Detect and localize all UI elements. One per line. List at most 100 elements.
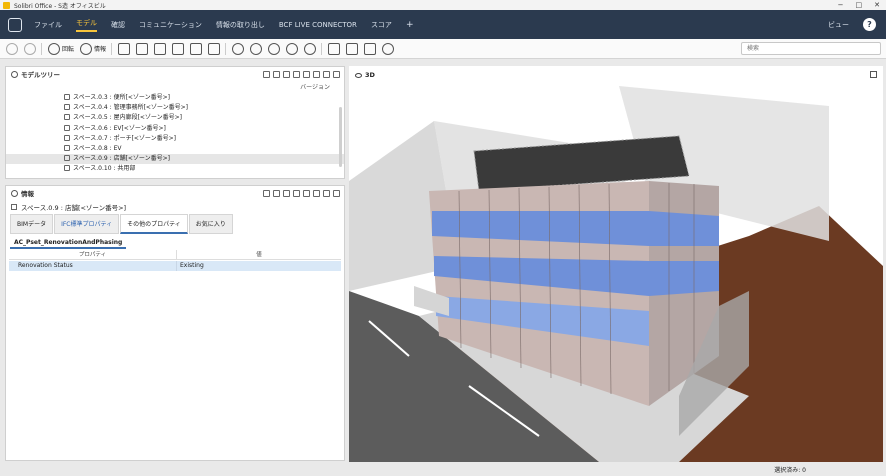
- undo-icon[interactable]: [6, 42, 18, 55]
- select-components-icon[interactable]: [118, 42, 131, 55]
- toolbar-divider: [321, 42, 323, 55]
- home-icon[interactable]: [8, 17, 22, 32]
- tab-bim-data[interactable]: BIMデータ: [10, 214, 54, 234]
- model-tree-list: スペース.0.3 : 便所[<ゾーン番号>] スペース.0.4 : 管理事務所[…: [6, 93, 344, 175]
- toolbar-divider: [41, 42, 42, 55]
- selected-item: スペース.0.9 : 店舗[<ゾーン番号>]: [11, 202, 126, 212]
- menu-score[interactable]: スコア: [371, 20, 392, 30]
- zoom-in-icon[interactable]: [250, 42, 263, 55]
- menu-info-takeoff[interactable]: 情報の取り出し: [216, 20, 265, 30]
- menu-bcf-live[interactable]: BCF LIVE CONNECTOR: [279, 21, 357, 29]
- layers-icon[interactable]: [364, 42, 377, 55]
- minimize-button[interactable]: −: [838, 0, 844, 10]
- help-icon[interactable]: ?: [863, 18, 876, 31]
- tree-mode-icon[interactable]: [273, 70, 280, 78]
- zoom-out-icon[interactable]: [268, 42, 281, 55]
- property-name: Renovation Status: [9, 261, 177, 271]
- tree-row[interactable]: スペース.0.5 : 屋内廊段[<ゾーン番号>]: [6, 113, 344, 123]
- version-label[interactable]: バージョン: [300, 82, 330, 91]
- tree-row[interactable]: スペース.0.6 : EV[<ゾーン番号>]: [6, 124, 344, 134]
- window-titlebar: Solibri Office - S造 オフィスビル − □ ✕: [0, 0, 886, 10]
- forward-icon[interactable]: [283, 189, 290, 197]
- property-table-header: プロパティ 値: [9, 250, 341, 260]
- zoom-selected-icon[interactable]: [286, 42, 299, 55]
- space-icon: [11, 204, 17, 210]
- pset-tab[interactable]: AC_Pset_RenovationAndPhasing: [10, 237, 127, 249]
- space-icon: [64, 155, 70, 162]
- menu-model[interactable]: モデル: [76, 18, 97, 32]
- menu-communication[interactable]: コミュニケーション: [139, 20, 202, 30]
- maximize-button[interactable]: □: [856, 0, 863, 10]
- toolbar-divider: [225, 42, 227, 55]
- 3d-viewport[interactable]: 3D: [349, 66, 883, 462]
- lock-icon[interactable]: [313, 189, 320, 197]
- tab-other-properties[interactable]: その他のプロパティ: [120, 214, 188, 234]
- 3d-view-title: 3D: [365, 71, 375, 79]
- menu-file[interactable]: ファイル: [34, 20, 62, 30]
- window-title: Solibri Office - S造 オフィスビル: [14, 2, 106, 10]
- property-value: Existing: [180, 262, 204, 269]
- isolate-components-icon[interactable]: [154, 42, 167, 55]
- panel-collapse-icon[interactable]: [11, 189, 18, 197]
- tree-scrollbar[interactable]: [339, 107, 342, 167]
- transparency-icon[interactable]: [172, 42, 185, 55]
- lock-icon[interactable]: [323, 189, 330, 197]
- maximize-panel-icon[interactable]: [333, 70, 340, 78]
- table-row[interactable]: Renovation Status Existing: [9, 261, 341, 271]
- tree-mode-icon[interactable]: [283, 70, 290, 78]
- tree-row[interactable]: スペース.0.10 : 共用部: [6, 164, 344, 174]
- space-icon: [64, 104, 70, 111]
- lock-icon[interactable]: [303, 70, 310, 78]
- col-property[interactable]: プロパティ: [9, 250, 177, 259]
- space-icon: [64, 94, 70, 100]
- back-icon[interactable]: [273, 189, 280, 197]
- col-value[interactable]: 値: [177, 250, 341, 259]
- info-label[interactable]: 情報: [94, 44, 106, 53]
- view-menu[interactable]: ビュー: [828, 20, 849, 30]
- tree-row[interactable]: スペース.0.4 : 管理事務所[<ゾーン番号>]: [6, 103, 344, 113]
- model-tree-panel: モデルツリー バージョン スペース.0.3 : 便所[<ゾーン番号>] スペース…: [5, 66, 345, 179]
- lock-icon[interactable]: [323, 70, 330, 78]
- window-band: [649, 261, 719, 296]
- main-menubar: ファイル モデル 確認 コミュニケーション 情報の取り出し BCF LIVE C…: [0, 10, 886, 39]
- eye-icon: [355, 72, 362, 78]
- tree-row[interactable]: スペース.0.3 : 便所[<ゾーン番号>]: [6, 93, 344, 103]
- info-icon[interactable]: [80, 42, 93, 55]
- maximize-panel-icon[interactable]: [333, 189, 340, 197]
- tree-mode-icon[interactable]: [263, 70, 270, 78]
- lock-icon[interactable]: [303, 189, 310, 197]
- maximize-panel-icon[interactable]: [870, 71, 877, 78]
- tree-mode-icon[interactable]: [293, 70, 300, 78]
- nav-icon[interactable]: [263, 189, 270, 197]
- space-icon: [64, 144, 70, 151]
- select-icon[interactable]: [293, 189, 300, 197]
- info-tabs: BIMデータ IFC標準プロパティ その他のプロパティ お気に入り: [10, 214, 234, 234]
- close-button[interactable]: ✕: [874, 0, 880, 10]
- tree-row-selected[interactable]: スペース.0.9 : 店舗[<ゾーン番号>]: [6, 154, 344, 165]
- section-icon[interactable]: [208, 42, 221, 55]
- tree-row[interactable]: スペース.0.8 : EV: [6, 144, 344, 154]
- info-title: 情報: [21, 190, 34, 198]
- model-view-icon[interactable]: [190, 42, 203, 55]
- tab-ifc-properties[interactable]: IFC標準プロパティ: [54, 214, 120, 234]
- model-tree-title: モデルツリー: [21, 71, 60, 79]
- menu-check[interactable]: 確認: [111, 20, 125, 30]
- zoom-options-icon[interactable]: [304, 42, 317, 55]
- tree-row[interactable]: スペース.0.7 : ポーチ[<ゾーン番号>]: [6, 134, 344, 144]
- space-icon: [64, 134, 70, 141]
- location-icon[interactable]: [346, 42, 359, 55]
- panel-collapse-icon[interactable]: [11, 70, 18, 78]
- 3d-view-header: 3D: [355, 71, 375, 79]
- search-input[interactable]: [741, 42, 881, 55]
- add-tab-button[interactable]: +: [406, 20, 414, 30]
- status-selection-count: 選択済み: 0: [774, 467, 806, 474]
- lock-icon[interactable]: [313, 70, 320, 78]
- measure-icon[interactable]: [328, 42, 341, 55]
- redo-icon[interactable]: [24, 42, 36, 55]
- hide-components-icon[interactable]: [136, 42, 149, 55]
- tab-favorites[interactable]: お気に入り: [188, 214, 233, 234]
- rotate-icon[interactable]: [48, 42, 60, 55]
- 3d-view-icon[interactable]: [382, 42, 395, 55]
- rotate-label[interactable]: 回転: [62, 44, 74, 53]
- fit-view-icon[interactable]: [232, 42, 245, 55]
